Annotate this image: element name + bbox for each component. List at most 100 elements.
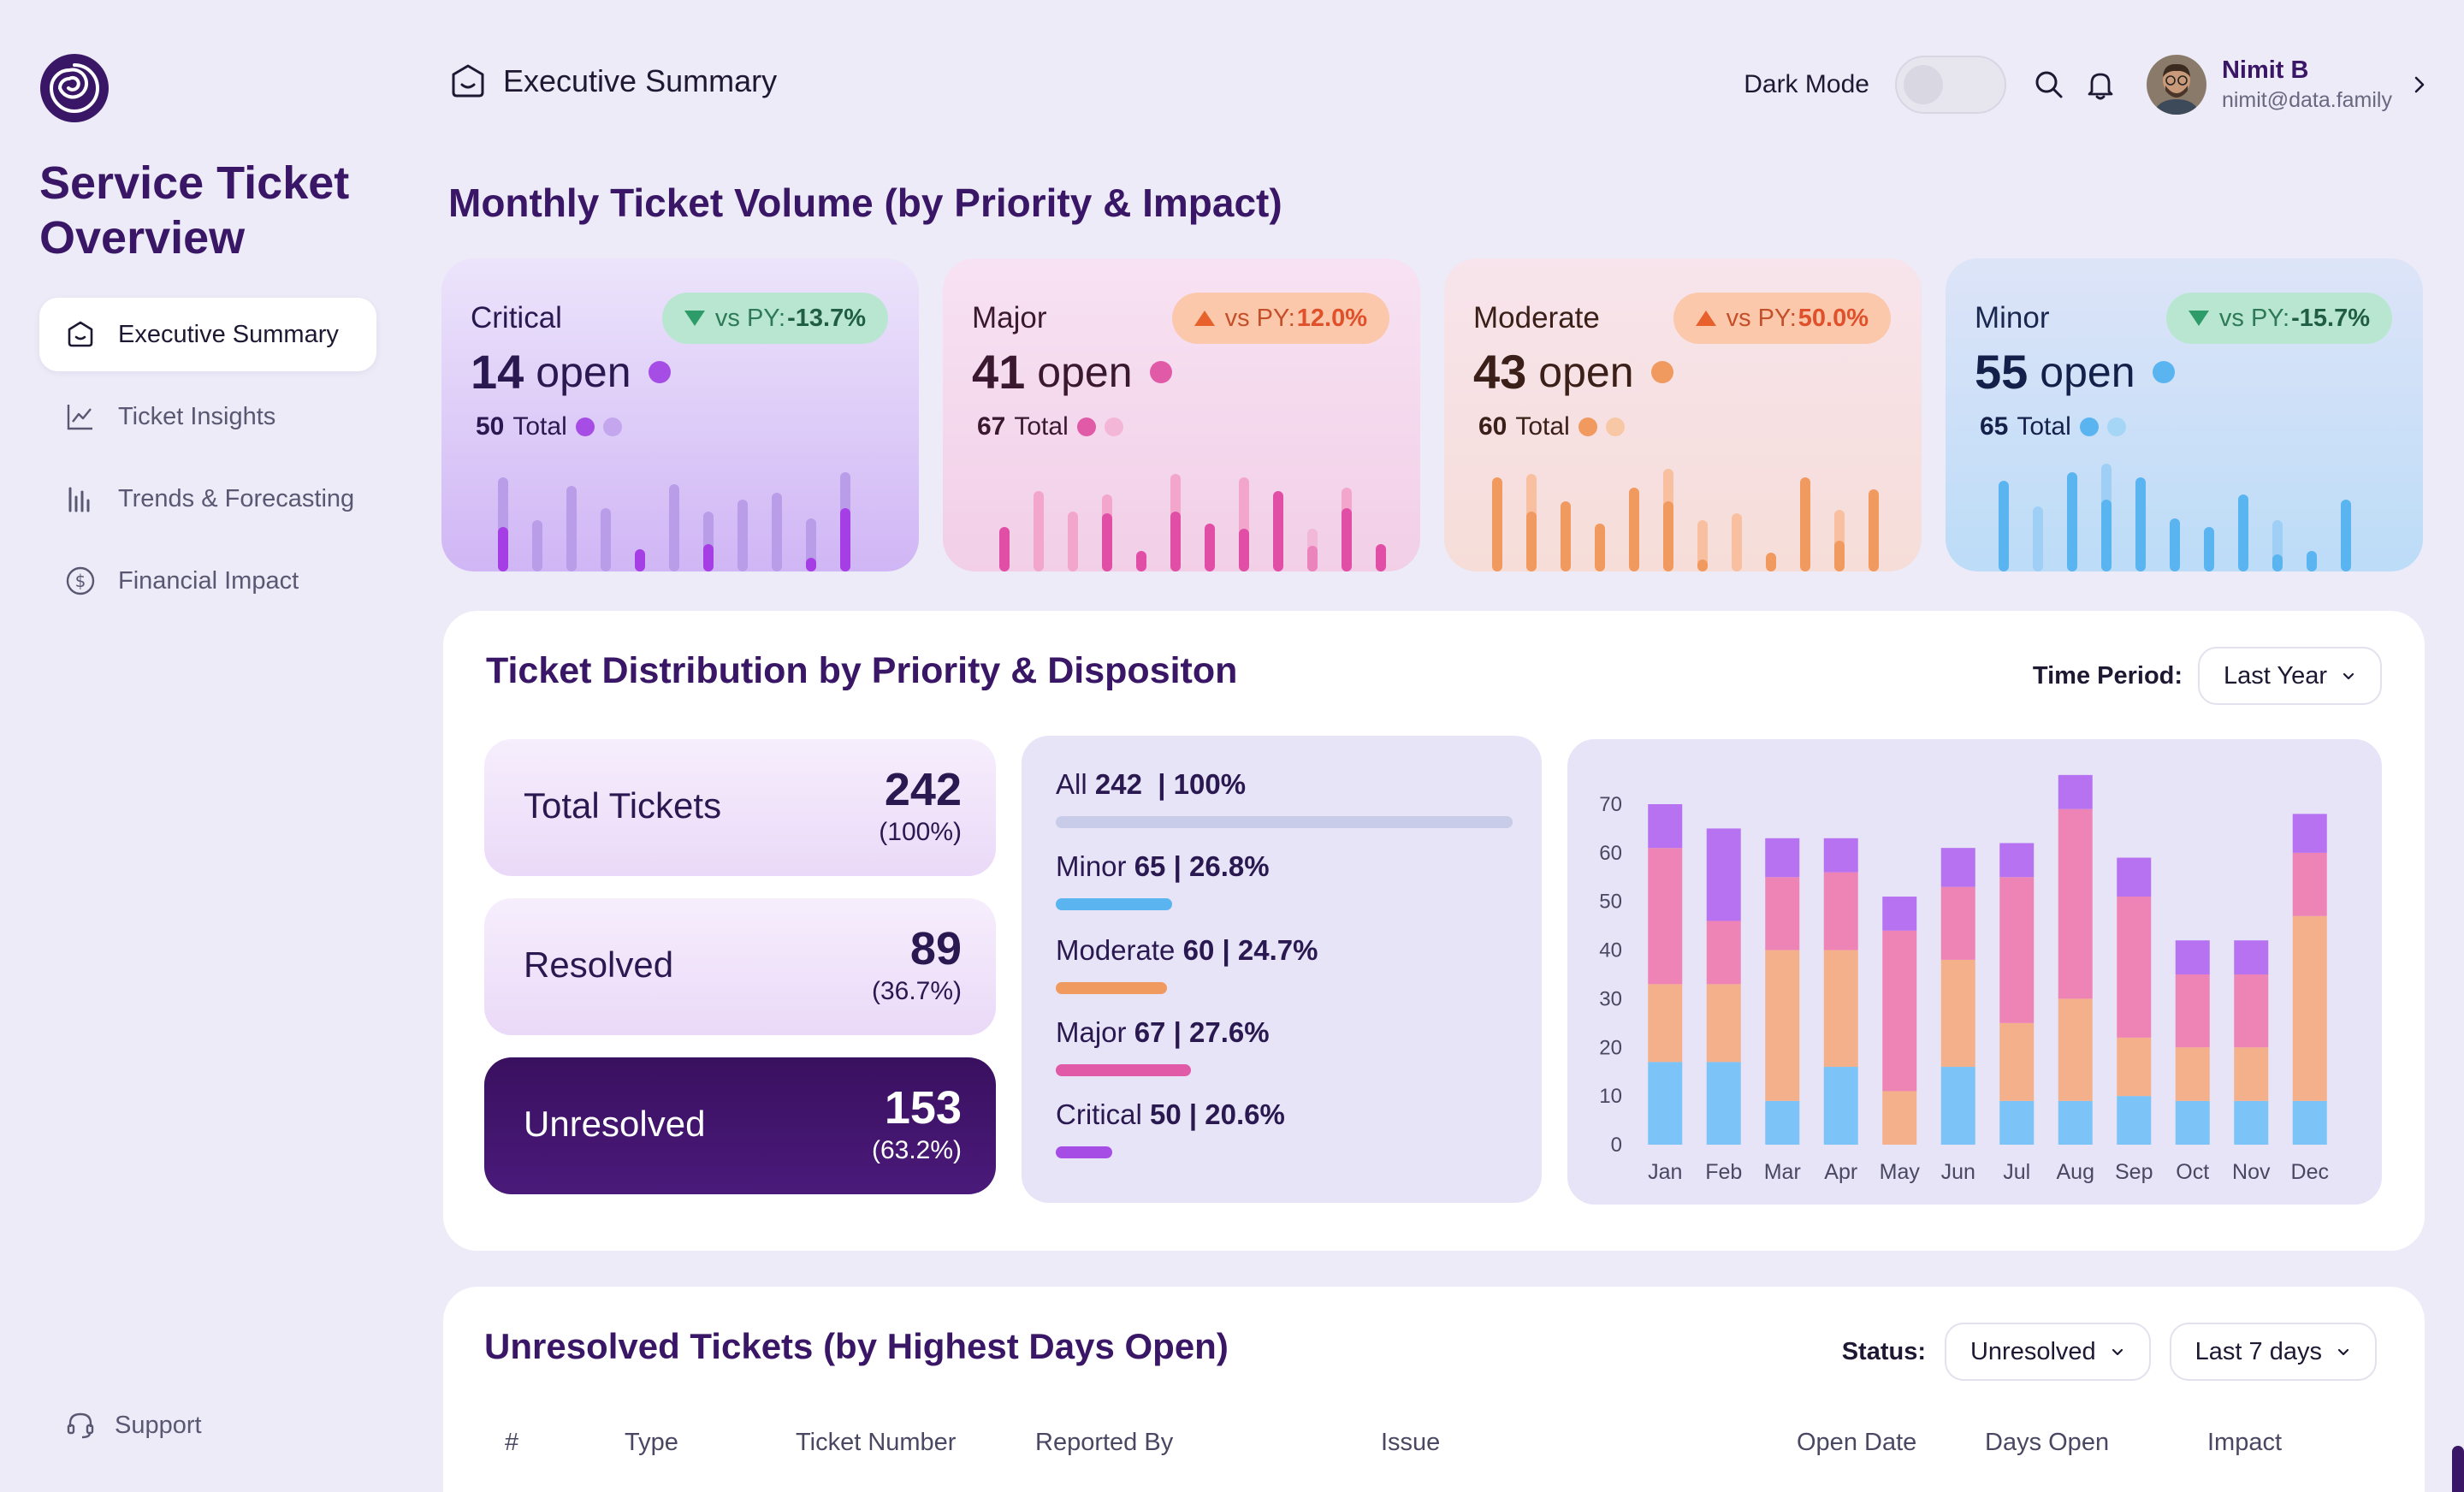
priority-card-critical[interactable]: Critical vs PY: -13.7% 14 open 50 Total [441, 258, 919, 571]
chart-bar-segment[interactable] [1999, 843, 2035, 878]
chart-bar-segment[interactable] [2234, 940, 2269, 974]
chart-bar-segment[interactable] [1999, 1100, 2035, 1145]
column-header[interactable]: # [505, 1429, 518, 1457]
chart-bar-segment[interactable] [2058, 774, 2093, 809]
avatar[interactable] [2146, 55, 2206, 115]
vs-py-value: -15.7% [2291, 304, 2370, 332]
sidebar-item-trends-forecasting[interactable]: Trends & Forecasting [39, 462, 376, 536]
chart-bar-segment[interactable] [1882, 930, 1917, 1092]
chart-bar-segment[interactable] [1882, 897, 1917, 931]
sparkbar-chart [1492, 469, 1879, 571]
user-info[interactable]: Nimit B nimit@data.family [2222, 56, 2392, 113]
column-header[interactable]: Open Date [1797, 1429, 1916, 1457]
logo-icon[interactable] [39, 53, 110, 123]
time-period-value: Last Year [2224, 661, 2327, 690]
chart-bar-segment[interactable] [2234, 974, 2269, 1048]
sidebar-item-executive-summary[interactable]: Executive Summary [39, 298, 376, 371]
column-header[interactable]: Days Open [1985, 1429, 2109, 1457]
chart-bar-segment[interactable] [2117, 897, 2152, 1038]
chart-bar-segment[interactable] [2292, 915, 2327, 1101]
top-bar-controls: Dark Mode Nimit B nimit@data.family [1744, 55, 2430, 115]
chart-bar-segment[interactable] [1940, 1067, 1975, 1145]
column-header[interactable]: Reported By [1035, 1429, 1173, 1457]
sidebar-item-ticket-insights[interactable]: Ticket Insights [39, 380, 376, 453]
chart-bar-segment[interactable] [1648, 848, 1683, 985]
chart-bar-segment[interactable] [1706, 921, 1741, 985]
chart-bar-segment[interactable] [1823, 950, 1858, 1068]
x-tick-label: Jul [2003, 1160, 2030, 1184]
time-period-select[interactable]: Last Year [2198, 647, 2382, 705]
x-tick-label: Jan [1648, 1160, 1682, 1184]
chart-bar-segment[interactable] [1648, 804, 1683, 849]
chart-bar-segment[interactable] [1823, 872, 1858, 950]
vs-py-value: 12.0% [1296, 304, 1367, 332]
stat-percent: (36.7%) [871, 977, 962, 1005]
chart-bar-segment[interactable] [2292, 852, 2327, 916]
search-icon[interactable] [2032, 68, 2066, 102]
card-name: Minor [1975, 301, 2050, 335]
chart-bar-segment[interactable] [1823, 1067, 1858, 1145]
sidebar-item-label: Executive Summary [118, 320, 339, 348]
chart-bar-segment[interactable] [1882, 1091, 1917, 1145]
chart-bar-segment[interactable] [2234, 1047, 2269, 1101]
vs-py-value: 50.0% [1798, 304, 1869, 332]
chart-bar-segment[interactable] [1940, 959, 1975, 1068]
date-range-select[interactable]: Last 7 days [2169, 1323, 2377, 1381]
stat-label: Total Tickets [524, 785, 722, 826]
chart-bar-segment[interactable] [1823, 838, 1858, 873]
chart-bar-segment[interactable] [2117, 1096, 2152, 1145]
chart-bar-segment[interactable] [1940, 886, 1975, 960]
column-header[interactable]: Impact [2207, 1429, 2282, 1457]
chart-bar-segment[interactable] [1706, 984, 1741, 1063]
chart-bar-segment[interactable] [2292, 1100, 2327, 1145]
trend-up-icon [1695, 311, 1716, 326]
breakdown-name: All [1056, 768, 1087, 800]
chart-bar-segment[interactable] [1765, 950, 1800, 1101]
chart-bar-segment[interactable] [2058, 1100, 2093, 1145]
chart-bar-segment[interactable] [1648, 984, 1683, 1063]
column-header[interactable]: Ticket Number [796, 1429, 956, 1457]
chart-bar-segment[interactable] [2292, 814, 2327, 853]
chart-bar-segment[interactable] [1765, 1100, 1800, 1145]
chart-bar-segment[interactable] [2058, 998, 2093, 1101]
distribution-panel: Ticket Distribution by Priority & Dispos… [443, 611, 2425, 1251]
scrollbar-thumb[interactable] [2452, 1446, 2464, 1492]
trend-up-icon [1194, 311, 1215, 326]
chart-bar-segment[interactable] [1706, 1062, 1741, 1145]
open-value: 43 [1473, 345, 1527, 399]
chart-bar-segment[interactable] [2175, 940, 2210, 974]
chart-bar-segment[interactable] [2175, 974, 2210, 1048]
column-header[interactable]: Type [625, 1429, 678, 1457]
chart-bar-segment[interactable] [1940, 848, 1975, 887]
bell-icon[interactable] [2083, 68, 2118, 102]
chart-bar-segment[interactable] [2058, 808, 2093, 999]
chart-bar-segment[interactable] [1648, 1062, 1683, 1145]
status-dot [1104, 417, 1123, 436]
app-title: Service Ticket Overview [39, 157, 350, 263]
chart-bar-segment[interactable] [2175, 1047, 2210, 1101]
chart-bar-segment[interactable] [1999, 877, 2035, 1023]
x-tick-label: Apr [1824, 1160, 1857, 1184]
chart-bar-segment[interactable] [1706, 828, 1741, 921]
priority-card-moderate[interactable]: Moderate vs PY: 50.0% 43 open 60 Total [1444, 258, 1922, 571]
priority-card-minor[interactable]: Minor vs PY: -15.7% 55 open 65 Total [1946, 258, 2423, 571]
chart-bar-segment[interactable] [1765, 838, 1800, 878]
column-header[interactable]: Issue [1381, 1429, 1440, 1457]
y-tick-label: 30 [1599, 987, 1622, 1010]
chart-bar-segment[interactable] [2234, 1100, 2269, 1145]
y-tick-label: 60 [1599, 842, 1622, 865]
chart-bar-segment[interactable] [1999, 1022, 2035, 1101]
chart-bar-segment[interactable] [1765, 877, 1800, 950]
sidebar-item-financial-impact[interactable]: $ Financial Impact [39, 544, 376, 618]
chevron-right-icon[interactable] [2409, 74, 2430, 95]
dark-mode-toggle[interactable] [1894, 56, 2006, 114]
chart-bar-segment[interactable] [2117, 1037, 2152, 1097]
breakdown-count: 50 [1150, 1098, 1182, 1130]
breakdown-name: Major [1056, 1016, 1127, 1048]
chart-bar-segment[interactable] [2117, 857, 2152, 897]
chart-bar-segment[interactable] [2175, 1100, 2210, 1145]
support-link[interactable]: Support [65, 1410, 202, 1441]
vs-py-badge: vs PY: 12.0% [1171, 293, 1389, 344]
priority-card-major[interactable]: Major vs PY: 12.0% 41 open 67 Total [943, 258, 1420, 571]
status-select[interactable]: Unresolved [1944, 1323, 2151, 1381]
